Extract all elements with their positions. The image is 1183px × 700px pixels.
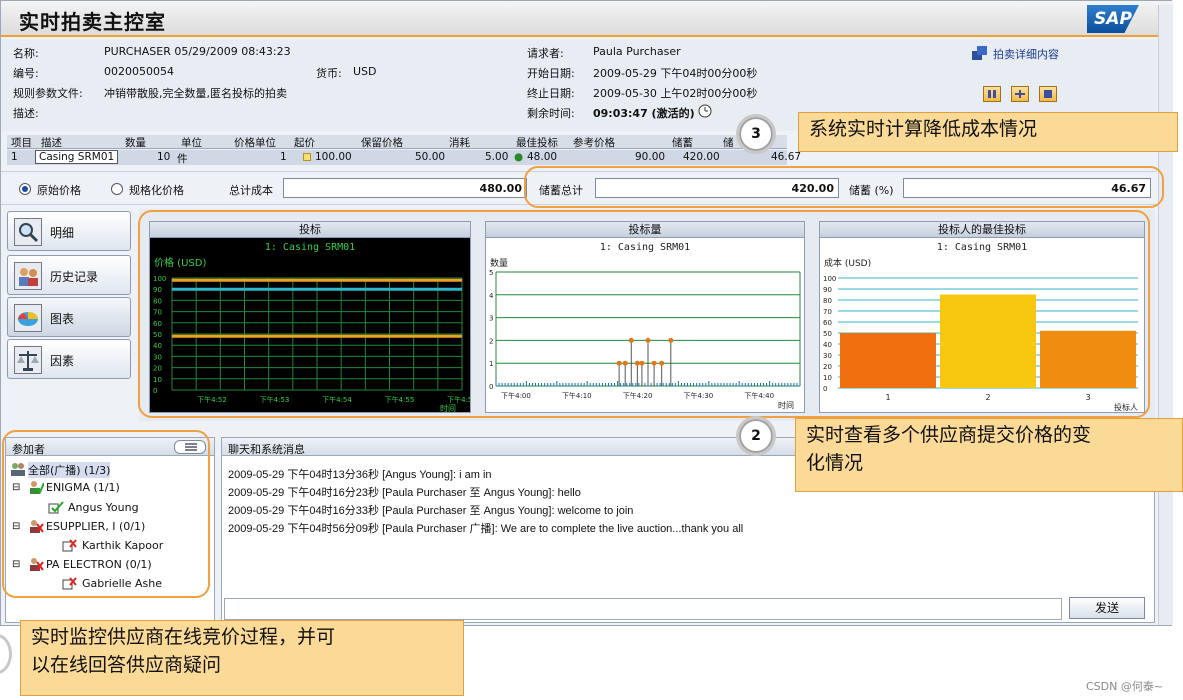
chat-message: 2009-05-29 下午04时16分23秒 [Paula Purchaser …: [228, 487, 581, 499]
requester-value: Paula Purchaser: [593, 45, 681, 58]
callout-1-text-line2: 以在线回答供应商疑问: [31, 654, 222, 676]
col-price-unit: 价格单位: [234, 137, 276, 149]
chat-message: 2009-05-29 下午04时13分36秒 [Angus Young]: i …: [228, 469, 492, 481]
number-value: 0020050054: [104, 65, 174, 78]
timer-icon: [697, 102, 713, 118]
cell-price-unit: 1: [280, 151, 287, 163]
nav-details-label: 明细: [50, 226, 75, 240]
col-qty: 数量: [125, 137, 146, 149]
col-reserve: 保留价格: [361, 137, 403, 149]
chat-message: 2009-05-29 下午04时16分33秒 [Paula Purchaser …: [228, 505, 634, 517]
col-item: 项目: [11, 137, 32, 149]
nav-history-button[interactable]: 历史记录: [7, 255, 131, 295]
nav-history-label: 历史记录: [50, 270, 99, 284]
total-cost-field: 480.00: [283, 178, 527, 198]
currency-value: USD: [353, 65, 377, 78]
radio-normalized-label: 规格化价格: [129, 184, 184, 197]
currency-label: 货币:: [316, 67, 342, 80]
chat-message: 2009-05-29 下午04时56分09秒 [Paula Purchaser …: [228, 523, 744, 535]
cell-item: 1: [11, 151, 18, 163]
callout-2-text-line1: 实时查看多个供应商提交价格的变: [806, 424, 1092, 446]
details-magnifier-icon: [14, 218, 42, 246]
callout-2-text-line2: 化情况: [806, 452, 864, 474]
left-nav: 明细 历史记录 图表 因素: [7, 209, 137, 419]
history-people-icon: [14, 262, 42, 290]
name-label: 名称:: [13, 47, 39, 60]
pie-chart-icon: [14, 304, 42, 332]
extend-button[interactable]: [1011, 86, 1029, 102]
cell-desc: Casing SRM01: [35, 150, 119, 164]
rule-label: 规则参数文件:: [13, 87, 83, 100]
col-savings-pct: 储: [723, 137, 734, 149]
callout-1: 实时监控供应商在线竞价过程，并可 以在线回答供应商疑问: [20, 620, 464, 696]
end-date-value: 2009-05-30 上午02时00分00秒: [593, 87, 758, 100]
cell-reserve: 50.00: [415, 151, 446, 163]
items-table: 项目 描述 数量 单位 价格单位 起价 保留价格 消耗 最佳投标 参考价格 储蓄…: [1, 133, 861, 167]
cell-consumption: 5.00: [485, 151, 509, 163]
highlight-participants: [2, 430, 210, 598]
callout-3-text: 系统实时计算降低成本情况: [809, 118, 1038, 140]
callout-3-badge: 3: [736, 114, 776, 154]
start-price-marker-icon: [303, 153, 311, 161]
number-label: 编号:: [13, 67, 39, 80]
nav-details-button[interactable]: 明细: [7, 211, 131, 251]
chat-input[interactable]: [224, 598, 1062, 620]
description-label: 描述:: [13, 107, 39, 120]
watermark: CSDN @何泰~: [1086, 680, 1164, 693]
radio-original-label: 原始价格: [37, 184, 81, 197]
end-date-label: 终止日期:: [527, 87, 575, 100]
stop-button[interactable]: [1039, 86, 1057, 102]
col-desc: 描述: [41, 137, 62, 149]
radio-normalized-price[interactable]: [111, 183, 123, 195]
highlight-charts: [138, 210, 1150, 418]
cell-unit: 件: [177, 153, 188, 165]
sap-logo: SAP: [1087, 5, 1139, 33]
col-best-bid: 最佳投标: [516, 137, 558, 149]
nav-charts-label: 图表: [50, 312, 75, 326]
callout-1-text-line1: 实时监控供应商在线竞价过程，并可: [31, 626, 336, 648]
callout-1-badge: [0, 634, 12, 674]
cell-savings: 420.00: [683, 151, 720, 163]
start-date-label: 开始日期:: [527, 67, 575, 80]
cell-start-price: 100.00: [315, 151, 352, 163]
highlight-savings: [524, 166, 1164, 208]
scales-icon: [14, 346, 42, 374]
items-table-header: 项目 描述 数量 单位 价格单位 起价 保留价格 消耗 最佳投标 参考价格 储蓄…: [7, 135, 787, 149]
cell-savings-pct: 46.67: [771, 151, 802, 163]
nav-factors-button[interactable]: 因素: [7, 339, 131, 379]
remaining-label: 剩余时间:: [527, 107, 575, 120]
start-date-value: 2009-05-29 下午04时00分00秒: [593, 67, 758, 80]
page-title: 实时拍卖主控室: [19, 10, 166, 34]
col-consumption: 消耗: [449, 137, 470, 149]
cell-best-bid: 48.00: [527, 151, 558, 163]
nav-factors-label: 因素: [50, 354, 75, 368]
name-value: PURCHASER 05/29/2009 08:43:23: [104, 45, 291, 58]
title-bar: 实时拍卖主控室 SAP: [1, 1, 1173, 37]
cell-qty: 10: [157, 151, 171, 163]
auction-details-icon[interactable]: [971, 45, 989, 61]
pause-button[interactable]: [983, 86, 1001, 102]
best-bid-person-icon: ●: [514, 151, 524, 163]
callout-2-badge: 2: [736, 416, 776, 456]
send-button[interactable]: 发送: [1069, 597, 1145, 619]
col-savings: 储蓄: [672, 137, 693, 149]
chat-title: 聊天和系统消息: [228, 443, 305, 456]
callout-3: 系统实时计算降低成本情况: [798, 112, 1178, 152]
col-start-price: 起价: [294, 137, 315, 149]
callout-2: 实时查看多个供应商提交价格的变 化情况: [795, 418, 1183, 492]
table-row[interactable]: 1 Casing SRM01 10 件 1 100.00 50.00 5.00 …: [7, 150, 801, 165]
remaining-value: 09:03:47 (激活的): [593, 107, 695, 120]
col-unit: 单位: [181, 137, 202, 149]
total-cost-label: 总计成本: [229, 184, 273, 197]
nav-charts-button[interactable]: 图表: [7, 297, 131, 337]
cell-ref-price: 90.00: [635, 151, 666, 163]
window-scrollbar[interactable]: [1158, 5, 1173, 625]
col-ref-price: 参考价格: [573, 137, 615, 149]
requester-label: 请求者:: [527, 47, 564, 60]
radio-original-price[interactable]: [19, 183, 31, 195]
auction-details-link[interactable]: 拍卖详细内容: [993, 46, 1059, 62]
rule-value: 冲销带散股,完全数量,匿名投标的拍卖: [104, 87, 287, 100]
